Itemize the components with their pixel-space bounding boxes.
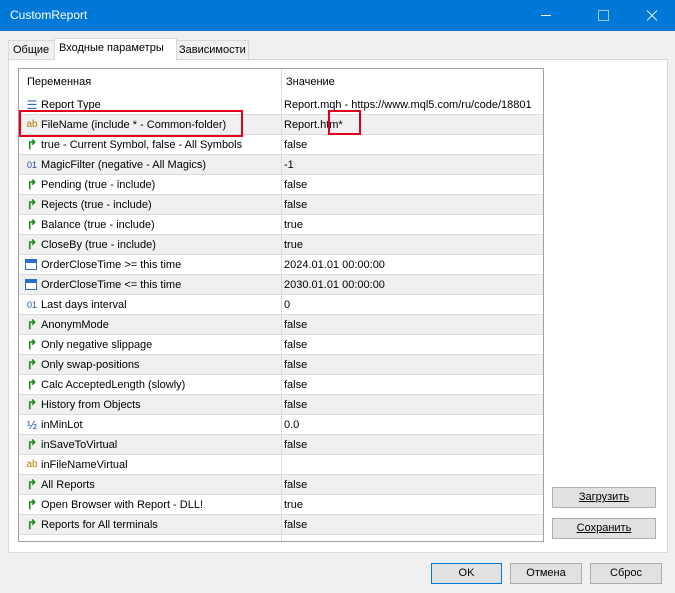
parameter-value[interactable]: 0 xyxy=(284,299,540,311)
bool-icon xyxy=(25,318,39,332)
parameter-name: Reports for All terminals xyxy=(41,519,158,531)
parameter-value[interactable]: false xyxy=(284,399,540,411)
window-title: CustomReport xyxy=(10,8,88,22)
load-button[interactable]: Загрузить xyxy=(552,487,656,508)
parameter-name: Calc AcceptedLength (slowly) xyxy=(41,379,186,391)
parameter-name: Open Browser with Report - DLL! xyxy=(41,499,204,511)
minimize-icon[interactable] xyxy=(523,0,569,31)
string-icon xyxy=(25,458,39,472)
parameter-value[interactable]: false xyxy=(284,179,540,191)
bool-icon xyxy=(25,198,39,212)
parameter-name: true - Current Symbol, false - All Symbo… xyxy=(41,139,243,151)
parameter-value[interactable]: 2024.01.01 00:00:00 xyxy=(284,259,540,271)
parameter-name: History from Objects xyxy=(41,399,141,411)
column-divider xyxy=(281,69,282,541)
cancel-button[interactable]: Отмена xyxy=(510,563,582,584)
parameter-value[interactable]: false xyxy=(284,439,540,451)
parameter-value[interactable]: Report.mqh - https://www.mql5.com/ru/cod… xyxy=(284,99,540,111)
bool-icon xyxy=(25,478,39,492)
bool-icon xyxy=(25,218,39,232)
parameter-name: Balance (true - include) xyxy=(41,219,155,231)
parameter-name: CloseBy (true - include) xyxy=(41,239,156,251)
parameter-name: AnonymMode xyxy=(41,319,109,331)
bool-icon xyxy=(25,398,39,412)
tab-general[interactable]: Общие xyxy=(8,40,55,59)
load-button-label: Загрузить xyxy=(578,491,630,503)
parameter-value[interactable]: true xyxy=(284,239,540,251)
bool-icon xyxy=(25,438,39,452)
save-button-label: Сохранить xyxy=(576,522,632,534)
tab-inputs[interactable]: Входные параметры xyxy=(54,38,177,60)
parameter-name: OrderCloseTime <= this time xyxy=(41,279,182,291)
parameter-value[interactable]: false xyxy=(284,479,540,491)
parameter-value[interactable]: false xyxy=(284,519,540,531)
parameter-value[interactable]: true xyxy=(284,219,540,231)
bool-icon xyxy=(25,238,39,252)
parameter-name: MagicFilter (negative - All Magics) xyxy=(41,159,207,171)
parameter-value[interactable]: false xyxy=(284,139,540,151)
parameter-value[interactable]: -1 xyxy=(284,159,540,171)
parameter-name: Rejects (true - include) xyxy=(41,199,152,211)
parameter-name: OrderCloseTime >= this time xyxy=(41,259,182,271)
parameter-value[interactable]: true xyxy=(284,499,540,511)
highlight-box-filename xyxy=(19,110,243,137)
parameter-name: inSaveToVirtual xyxy=(41,439,118,451)
int-icon xyxy=(25,298,39,312)
parameters-table: Переменная Значение Report TypeReport.mq… xyxy=(18,68,544,542)
parameter-value[interactable]: false xyxy=(284,379,540,391)
parameter-name: inMinLot xyxy=(41,419,83,431)
parameter-value[interactable]: 0.0 xyxy=(284,419,540,431)
column-header-variable: Переменная xyxy=(27,76,92,88)
parameter-value[interactable]: Report.htm* xyxy=(284,119,540,131)
ok-button[interactable]: OK xyxy=(431,563,502,584)
title-bar: CustomReport xyxy=(0,0,675,31)
parameter-name: Only negative slippage xyxy=(41,339,153,351)
parameter-name: inFileNameVirtual xyxy=(41,459,128,471)
bool-icon xyxy=(25,518,39,532)
bool-icon xyxy=(25,138,39,152)
parameter-name: Pending (true - include) xyxy=(41,179,156,191)
maximize-icon xyxy=(580,0,626,31)
double-icon xyxy=(25,418,39,432)
calendar-icon xyxy=(25,279,37,290)
parameter-value[interactable]: false xyxy=(284,359,540,371)
parameter-name: Last days interval xyxy=(41,299,127,311)
bool-icon xyxy=(25,378,39,392)
bool-icon xyxy=(25,498,39,512)
bool-icon xyxy=(25,338,39,352)
bool-icon xyxy=(25,358,39,372)
calendar-icon xyxy=(25,259,37,270)
bool-icon xyxy=(25,178,39,192)
int-icon xyxy=(25,158,39,172)
parameter-value[interactable]: false xyxy=(284,199,540,211)
reset-button[interactable]: Сброс xyxy=(590,563,662,584)
parameter-value[interactable]: 2030.01.01 00:00:00 xyxy=(284,279,540,291)
parameter-value[interactable]: false xyxy=(284,319,540,331)
parameter-name: Only swap-positions xyxy=(41,359,140,371)
parameter-value[interactable]: false xyxy=(284,339,540,351)
column-header-value: Значение xyxy=(286,76,335,88)
tab-dependencies[interactable]: Зависимости xyxy=(174,40,249,59)
highlight-box-asterisk xyxy=(328,110,361,135)
close-icon[interactable] xyxy=(629,0,675,31)
parameter-name: All Reports xyxy=(41,479,95,491)
save-button[interactable]: Сохранить xyxy=(552,518,656,539)
